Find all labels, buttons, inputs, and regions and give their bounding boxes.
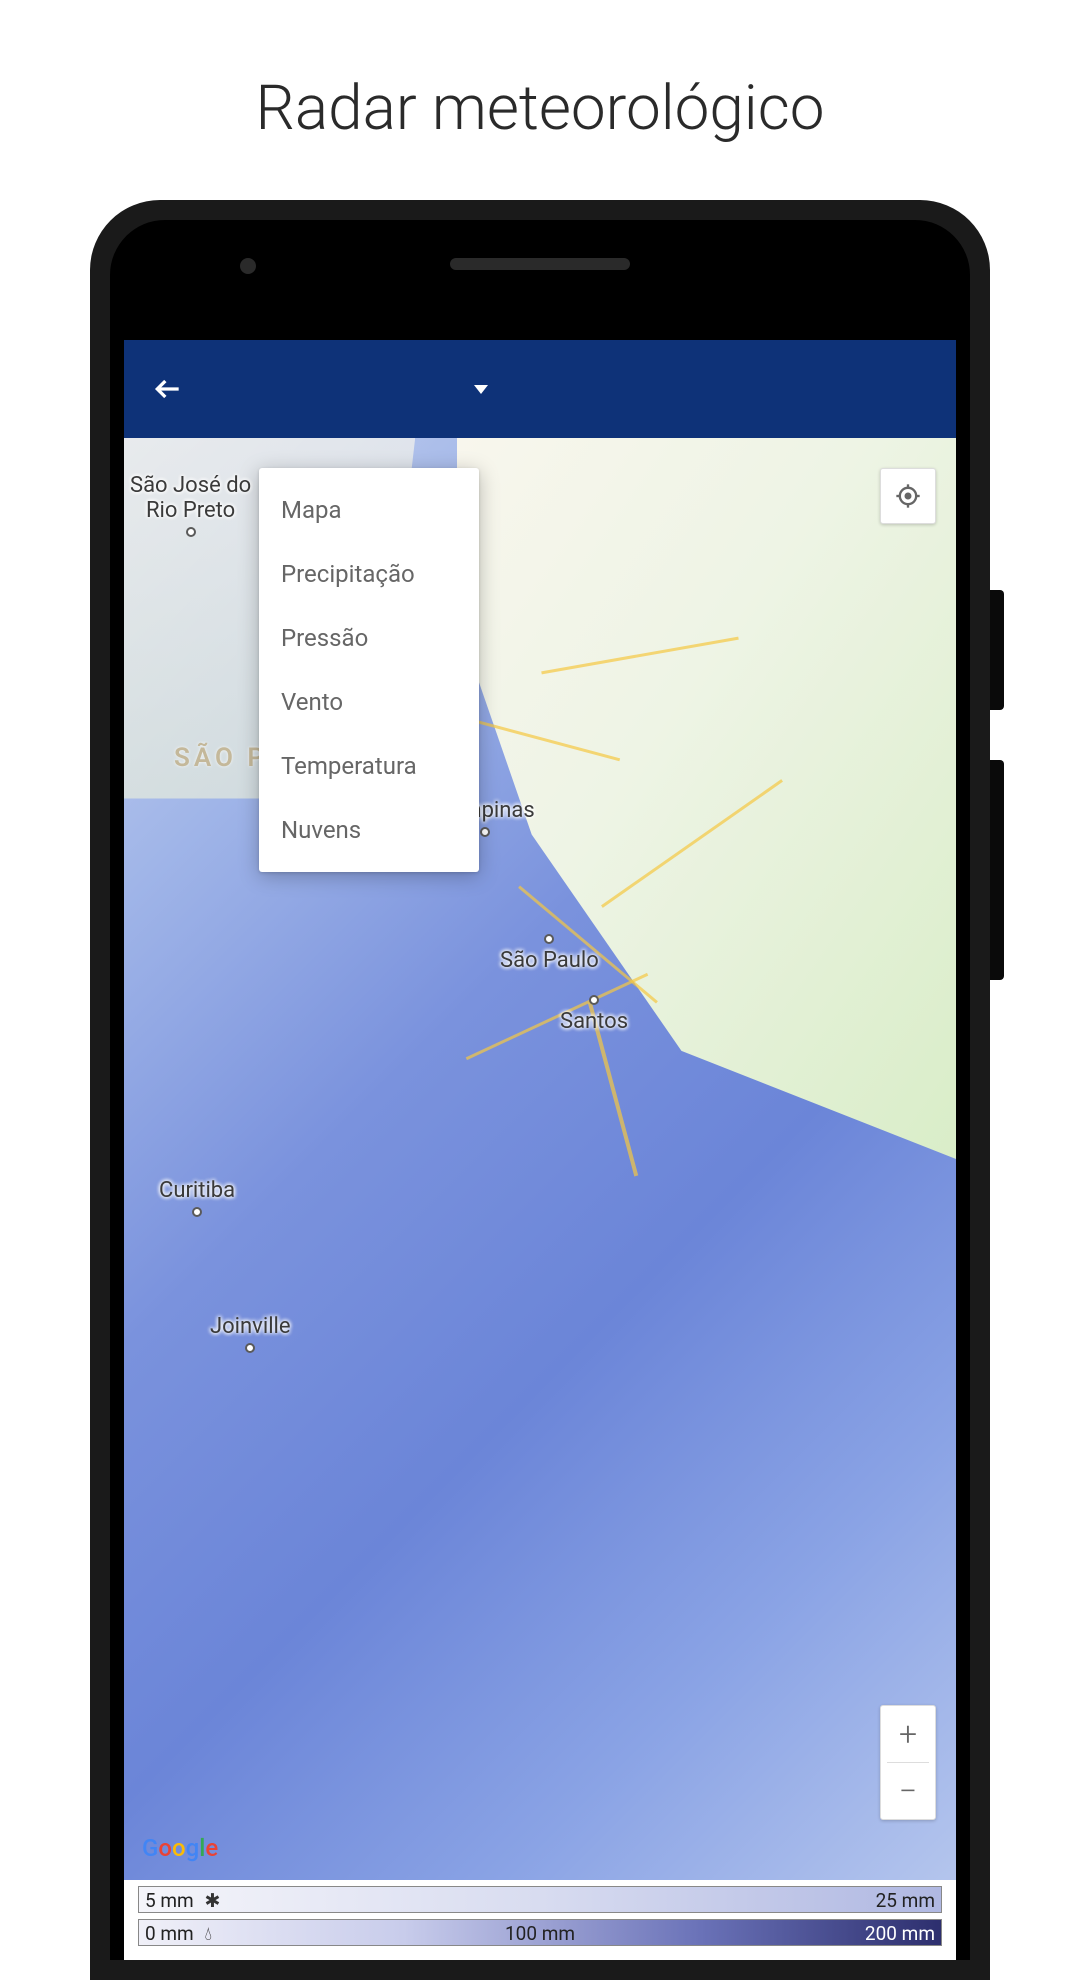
back-arrow-icon [152, 373, 184, 405]
map-city-label: Joinville [210, 1314, 291, 1353]
city-name: Joinville [210, 1314, 291, 1339]
snowflake-icon: ✱ [204, 1889, 220, 1912]
city-marker-icon [589, 995, 599, 1005]
legend-value-min: 0 mm 💧︎ [145, 1922, 212, 1945]
city-marker-icon [245, 1343, 255, 1353]
phone-camera [240, 258, 256, 274]
map-city-label: Santos [560, 991, 628, 1034]
map-attribution: Google [142, 1834, 218, 1862]
legend-value-max: 25 mm [876, 1889, 935, 1912]
legend-value-min: 5 mm ✱ [145, 1889, 220, 1912]
city-name: São José do Rio Preto [130, 473, 251, 523]
app-screen: Mapa Precipitação Pressão Vento Temperat… [124, 340, 956, 1960]
city-marker-icon [186, 527, 196, 537]
map-canvas[interactable]: SÃO PA São José do Rio Preto Campinas Sã… [124, 438, 956, 1880]
zoom-controls: + − [880, 1705, 936, 1820]
app-header [124, 340, 956, 438]
city-name: Curitiba [159, 1178, 235, 1203]
map-city-label: São José do Rio Preto [130, 473, 251, 537]
dropdown-item-temperatura[interactable]: Temperatura [259, 734, 479, 798]
legend-value-mid: 100 mm [505, 1922, 575, 1945]
zoom-in-button[interactable]: + [881, 1706, 935, 1762]
dropdown-item-nuvens[interactable]: Nuvens [259, 798, 479, 862]
phone-frame: Mapa Precipitação Pressão Vento Temperat… [90, 200, 990, 1980]
page-title: Radar meteorológico [0, 0, 1080, 185]
phone-body: Mapa Precipitação Pressão Vento Temperat… [110, 220, 970, 1960]
zoom-out-button[interactable]: − [881, 1763, 935, 1819]
city-name: São Paulo [500, 948, 599, 973]
dropdown-item-vento[interactable]: Vento [259, 670, 479, 734]
city-name: Santos [560, 1009, 628, 1034]
legend-bar-rain: 0 mm 💧︎ 100 mm 200 mm [138, 1919, 942, 1946]
dropdown-item-pressao[interactable]: Pressão [259, 606, 479, 670]
city-marker-icon [544, 934, 554, 944]
legend-value-max: 200 mm [865, 1922, 935, 1945]
dropdown-caret-icon[interactable] [474, 380, 488, 399]
crosshair-icon [894, 482, 922, 510]
dropdown-item-precipitacao[interactable]: Precipitação [259, 542, 479, 606]
map-city-label: Curitiba [159, 1178, 235, 1217]
back-button[interactable] [144, 365, 192, 413]
dropdown-item-mapa[interactable]: Mapa [259, 478, 479, 542]
phone-speaker [450, 258, 630, 270]
map-legend: 5 mm ✱ 25 mm 0 mm 💧︎ 100 mm 200 mm [124, 1880, 956, 1960]
phone-side-button [990, 590, 1004, 710]
layer-dropdown-menu: Mapa Precipitação Pressão Vento Temperat… [259, 468, 479, 872]
map-city-label: São Paulo [500, 930, 599, 973]
droplet-icon: 💧︎ [204, 1922, 212, 1945]
locate-me-button[interactable] [880, 468, 936, 524]
city-marker-icon [192, 1207, 202, 1217]
legend-bar-snow: 5 mm ✱ 25 mm [138, 1886, 942, 1913]
phone-side-button-2 [990, 760, 1004, 980]
city-marker-icon [480, 827, 490, 837]
